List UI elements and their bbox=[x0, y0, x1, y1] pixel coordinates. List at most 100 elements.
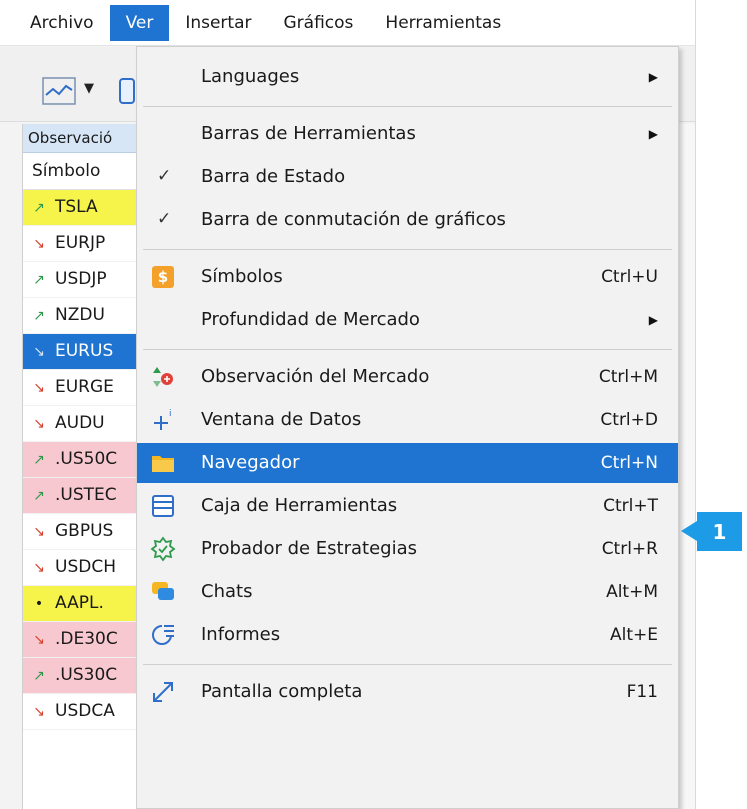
symbol-label: .US30C bbox=[55, 665, 118, 685]
symbol-label: USDCH bbox=[55, 557, 116, 577]
chart-area-edge bbox=[680, 124, 695, 809]
menu-item-ventana-de-datos[interactable]: i Ventana de Datos Ctrl+D bbox=[137, 400, 678, 440]
fullscreen-icon bbox=[149, 678, 177, 706]
trend-down-icon: ↘ bbox=[33, 380, 45, 396]
menu-item-label: Observación del Mercado bbox=[201, 366, 430, 387]
submenu-arrow-icon: ▶ bbox=[648, 70, 658, 84]
symbol-label: EURJP bbox=[55, 233, 106, 253]
symbol-row[interactable]: ↘ USDCH bbox=[23, 550, 141, 586]
symbol-label: AAPL. bbox=[55, 593, 104, 613]
symbol-row[interactable]: ↘ .DE30C bbox=[23, 622, 141, 658]
symbol-label: .US50C bbox=[55, 449, 118, 469]
symbol-row[interactable]: ↘ GBPUS bbox=[23, 514, 141, 550]
submenu-arrow-icon: ▶ bbox=[648, 313, 658, 327]
symbol-row[interactable]: ↘ EURGE bbox=[23, 370, 141, 406]
menu-graficos[interactable]: Gráficos bbox=[268, 5, 370, 41]
symbol-row[interactable]: ↗ USDJP bbox=[23, 262, 141, 298]
checkmark-icon: ✓ bbox=[157, 209, 172, 229]
symbol-label: GBPUS bbox=[55, 521, 114, 541]
symbol-row[interactable]: ↘ EURUS bbox=[23, 334, 141, 370]
symbol-row[interactable]: ↗ .USTEC bbox=[23, 478, 141, 514]
symbol-row[interactable]: • AAPL. bbox=[23, 586, 141, 622]
trend-flat-icon: • bbox=[34, 596, 44, 612]
crosshair-icon: i bbox=[149, 406, 177, 434]
menu-item-simbolos[interactable]: $ Símbolos Ctrl+U bbox=[137, 257, 678, 297]
menu-item-shortcut: Ctrl+R bbox=[601, 539, 658, 559]
menu-item-label: Ventana de Datos bbox=[201, 409, 362, 430]
symbol-row[interactable]: ↗ .US50C bbox=[23, 442, 141, 478]
trend-down-icon: ↘ bbox=[33, 704, 45, 720]
menu-item-label: Chats bbox=[201, 581, 253, 602]
menu-item-barras-de-herramientas[interactable]: Barras de Herramientas ▶ bbox=[137, 114, 678, 154]
line-chart-icon[interactable] bbox=[42, 77, 76, 105]
menu-bar: Archivo Ver Insertar Gráficos Herramient… bbox=[0, 0, 695, 46]
menu-separator bbox=[143, 664, 672, 665]
symbol-label: TSLA bbox=[55, 197, 98, 217]
menu-item-observacion-del-mercado[interactable]: Observación del Mercado Ctrl+M bbox=[137, 357, 678, 397]
menu-item-informes[interactable]: Informes Alt+E bbox=[137, 615, 678, 655]
chevron-down-icon[interactable]: ▼ bbox=[84, 81, 94, 96]
trend-down-icon: ↘ bbox=[33, 344, 45, 360]
checkmark-icon: ✓ bbox=[157, 166, 172, 186]
menu-item-label: Informes bbox=[201, 624, 281, 645]
menu-item-shortcut: F11 bbox=[626, 682, 658, 702]
symbol-row[interactable]: ↘ EURJP bbox=[23, 226, 141, 262]
menu-separator bbox=[143, 249, 672, 250]
symbol-label: USDCA bbox=[55, 701, 115, 721]
trend-up-icon: ↗ bbox=[33, 200, 45, 216]
menu-item-shortcut: Ctrl+N bbox=[600, 453, 658, 473]
menu-item-pantalla-completa[interactable]: Pantalla completa F11 bbox=[137, 672, 678, 712]
menu-item-barra-de-estado[interactable]: ✓ Barra de Estado bbox=[137, 157, 678, 197]
trend-down-icon: ↘ bbox=[33, 416, 45, 432]
symbol-label: NZDU bbox=[55, 305, 105, 325]
menu-ver[interactable]: Ver bbox=[109, 4, 170, 41]
menu-item-barra-de-conmutacion-de-graficos[interactable]: ✓ Barra de conmutación de gráficos bbox=[137, 200, 678, 240]
submenu-arrow-icon: ▶ bbox=[648, 127, 658, 141]
menu-archivo[interactable]: Archivo bbox=[14, 5, 110, 41]
trend-up-icon: ↗ bbox=[33, 308, 45, 324]
chat-icon bbox=[149, 578, 177, 606]
symbol-label: .DE30C bbox=[55, 629, 118, 649]
menu-item-label: Languages bbox=[201, 66, 300, 87]
document-icon[interactable] bbox=[118, 77, 136, 105]
symbol-row[interactable]: ↘ AUDU bbox=[23, 406, 141, 442]
panel-title[interactable]: Observació bbox=[23, 124, 141, 153]
menu-item-shortcut: Ctrl+M bbox=[598, 367, 658, 387]
menu-item-caja-de-herramientas[interactable]: Caja de Herramientas Ctrl+T bbox=[137, 486, 678, 526]
symbol-row[interactable]: ↘ USDCA bbox=[23, 694, 141, 730]
callout-pointer bbox=[681, 521, 697, 541]
symbol-row[interactable]: ↗ TSLA bbox=[23, 190, 141, 226]
menu-item-shortcut: Ctrl+D bbox=[600, 410, 658, 430]
trend-up-icon: ↗ bbox=[33, 452, 45, 468]
strategy-tester-icon bbox=[149, 535, 177, 563]
column-header-symbol[interactable]: Símbolo bbox=[23, 153, 141, 190]
menu-item-label: Pantalla completa bbox=[201, 681, 363, 702]
menu-separator bbox=[143, 349, 672, 350]
menu-item-chats[interactable]: Chats Alt+M bbox=[137, 572, 678, 612]
symbol-label: USDJP bbox=[55, 269, 107, 289]
menu-item-navegador[interactable]: Navegador Ctrl+N bbox=[137, 443, 678, 483]
menu-item-label: Probador de Estrategias bbox=[201, 538, 417, 559]
menu-item-probador-de-estrategias[interactable]: Probador de Estrategias Ctrl+R bbox=[137, 529, 678, 569]
market-watch-panel: Observació Símbolo ↗ TSLA ↘ EURJP ↗ USDJP ↗ NZD… bbox=[22, 124, 141, 809]
trend-down-icon: ↘ bbox=[33, 524, 45, 540]
reports-icon bbox=[149, 621, 177, 649]
menu-separator bbox=[143, 106, 672, 107]
toolbox-icon bbox=[149, 492, 177, 520]
menu-item-profundidad-de-mercado[interactable]: Profundidad de Mercado ▶ bbox=[137, 300, 678, 340]
symbol-label: .USTEC bbox=[55, 485, 117, 505]
menu-herramientas[interactable]: Herramientas bbox=[369, 5, 517, 41]
trend-down-icon: ↘ bbox=[33, 632, 45, 648]
symbol-row[interactable]: ↗ .US30C bbox=[23, 658, 141, 694]
symbol-label: EURUS bbox=[55, 341, 114, 361]
menu-item-label: Barra de conmutación de gráficos bbox=[201, 209, 506, 230]
symbol-label: EURGE bbox=[55, 377, 114, 397]
menu-item-label: Símbolos bbox=[201, 266, 283, 287]
dollar-icon: $ bbox=[149, 263, 177, 291]
menu-item-label: Profundidad de Mercado bbox=[201, 309, 420, 330]
trend-down-icon: ↘ bbox=[33, 560, 45, 576]
symbol-row[interactable]: ↗ NZDU bbox=[23, 298, 141, 334]
menu-item-languages[interactable]: Languages ▶ bbox=[137, 57, 678, 97]
menu-item-shortcut: Ctrl+T bbox=[603, 496, 658, 516]
menu-insertar[interactable]: Insertar bbox=[169, 5, 267, 41]
